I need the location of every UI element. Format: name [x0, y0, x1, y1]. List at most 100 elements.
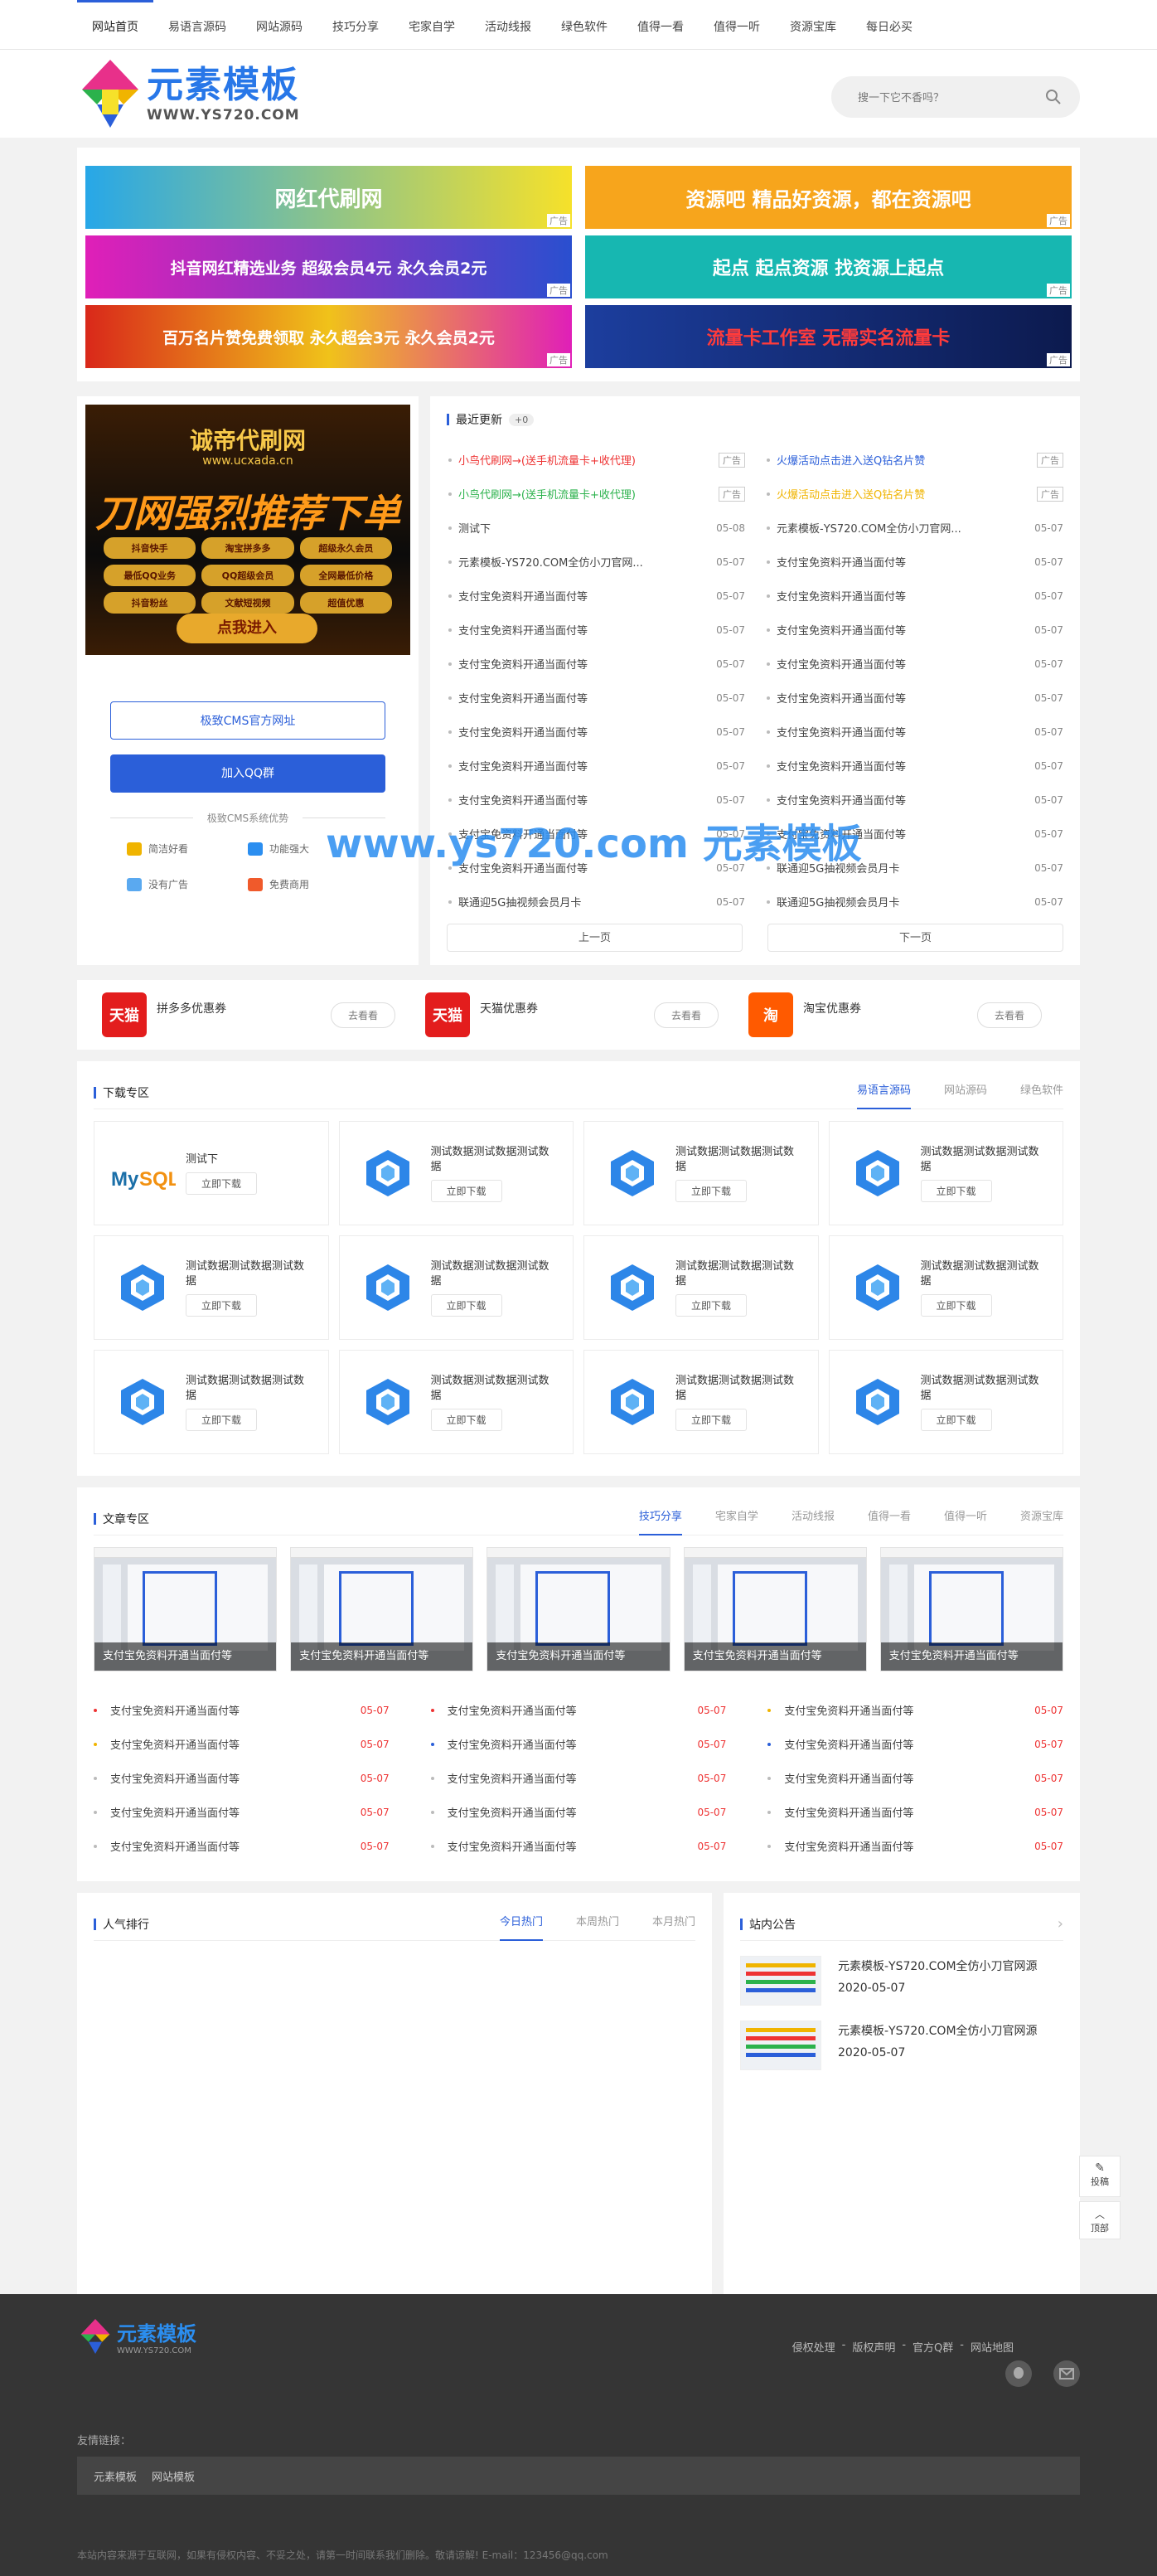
article-item[interactable]: 支付宝免资料开通当面付等 05-07	[767, 1761, 1063, 1795]
article-item[interactable]: 支付宝免资料开通当面付等 05-07	[430, 1761, 726, 1795]
article-item[interactable]: 支付宝免资料开通当面付等 05-07	[94, 1795, 390, 1829]
update-item[interactable]: 火爆活动点击进入送Q钻名片赞 广告	[765, 477, 1063, 511]
tab[interactable]: 值得一看	[868, 1502, 911, 1535]
ad-banner-5[interactable]: 百万名片赞免费领取 永久超会3元 永久会员2元 广告	[85, 305, 572, 368]
nav-item[interactable]: 网站首页	[77, 0, 153, 50]
download-button[interactable]: 立即下载	[186, 1172, 258, 1195]
nav-item[interactable]: 易语言源码	[153, 0, 241, 50]
announcement-item[interactable]: 元素模板-YS720.COM全仿小刀官网源 2020-05-07	[740, 2021, 1063, 2070]
article-item[interactable]: 支付宝免资料开通当面付等 05-07	[767, 1795, 1063, 1829]
qq-icon[interactable]	[1005, 2360, 1032, 2387]
download-button[interactable]: 立即下载	[675, 1293, 748, 1317]
update-item[interactable]: 支付宝免资料开通当面付等 05-07	[447, 715, 745, 749]
article-item[interactable]: 支付宝免资料开通当面付等 05-07	[767, 1829, 1063, 1863]
ad-banner-4[interactable]: 起点 起点资源 找资源上起点 广告	[585, 235, 1072, 298]
update-item[interactable]: 支付宝免资料开通当面付等 05-07	[447, 647, 745, 681]
article-thumbnail[interactable]: 支付宝免资料开通当面付等	[94, 1547, 278, 1671]
download-card[interactable]: 测试数据测试数据测试数据 立即下载	[338, 1121, 574, 1225]
download-button[interactable]: 立即下载	[430, 1179, 502, 1202]
prev-page-button[interactable]: 上一页	[447, 924, 743, 952]
download-button[interactable]: 立即下载	[186, 1408, 258, 1431]
download-button[interactable]: 立即下载	[430, 1408, 502, 1431]
download-card[interactable]: My SQL 测试下 立即下载	[94, 1121, 329, 1225]
view-coupon-button[interactable]: 去看看	[330, 1002, 395, 1028]
update-item[interactable]: 支付宝免资料开通当面付等 05-07	[765, 749, 1063, 783]
post-float-button[interactable]: ✎ 投稿	[1079, 2156, 1121, 2197]
footer-link[interactable]: 官方Q群	[913, 2339, 953, 2355]
article-item[interactable]: 支付宝免资料开通当面付等 05-07	[430, 1693, 726, 1727]
ad-banner-1[interactable]: 网红代刷网 广告	[85, 166, 572, 229]
promo-banner[interactable]: 诚帝代刷网 www.ucxada.cn 刀网强烈推荐下单 抖音快手 淘宝拼多多 超级…	[85, 405, 410, 655]
view-coupon-button[interactable]: 去看看	[976, 1002, 1042, 1028]
update-item[interactable]: 支付宝免资料开通当面付等 05-07	[447, 579, 745, 613]
update-item[interactable]: 联通迎5G抽视频会员月卡 05-07	[447, 885, 745, 919]
update-item[interactable]: 支付宝免资料开通当面付等 05-07	[765, 715, 1063, 749]
nav-item[interactable]: 值得一看	[622, 0, 699, 50]
footer-logo[interactable]: 元素模板 WWW.YS720.COM	[77, 2317, 196, 2355]
nav-item[interactable]: 绿色软件	[546, 0, 622, 50]
tab[interactable]: 资源宝库	[1020, 1502, 1063, 1535]
article-thumbnail[interactable]: 支付宝免资料开通当面付等	[290, 1547, 474, 1671]
nav-item[interactable]: 网站源码	[241, 0, 317, 50]
update-item[interactable]: 支付宝免资料开通当面付等 05-07	[765, 647, 1063, 681]
back-to-top-button[interactable]: ︿ 顶部	[1079, 2201, 1121, 2239]
nav-item[interactable]: 宅家自学	[394, 0, 470, 50]
nav-item[interactable]: 技巧分享	[317, 0, 394, 50]
download-button[interactable]: 立即下载	[186, 1293, 258, 1317]
download-button[interactable]: 立即下载	[920, 1293, 992, 1317]
download-card[interactable]: 测试数据测试数据测试数据 立即下载	[94, 1350, 329, 1454]
nav-item[interactable]: 值得一听	[699, 0, 775, 50]
join-qq-group-button[interactable]: 加入QQ群	[110, 754, 385, 793]
next-page-button[interactable]: 下一页	[767, 924, 1063, 952]
article-item[interactable]: 支付宝免资料开通当面付等 05-07	[767, 1693, 1063, 1727]
update-item[interactable]: 支付宝免资料开通当面付等 05-07	[765, 681, 1063, 715]
chevron-right-icon[interactable]: ›	[1058, 1915, 1063, 1933]
article-item[interactable]: 支付宝免资料开通当面付等 05-07	[94, 1727, 390, 1761]
tab[interactable]: 易语言源码	[856, 1076, 911, 1109]
mail-icon[interactable]	[1053, 2360, 1080, 2387]
footer-link[interactable]: 网站地图	[971, 2339, 1014, 2355]
tab[interactable]: 值得一听	[944, 1502, 987, 1535]
download-button[interactable]: 立即下载	[430, 1293, 502, 1317]
download-card[interactable]: 测试数据测试数据测试数据 立即下载	[583, 1350, 819, 1454]
cms-site-button[interactable]: 极致CMS官方网址	[110, 701, 385, 740]
footer-link[interactable]: 版权声明	[852, 2339, 895, 2355]
update-item[interactable]: 火爆活动点击进入送Q钻名片赞 广告	[765, 443, 1063, 477]
article-item[interactable]: 支付宝免资料开通当面付等 05-07	[430, 1795, 726, 1829]
ad-banner-3[interactable]: 抖音网红精选业务 超级会员4元 永久会员2元 广告	[85, 235, 572, 298]
download-card[interactable]: 测试数据测试数据测试数据 立即下载	[94, 1235, 329, 1340]
tab[interactable]: 技巧分享	[638, 1502, 682, 1535]
ad-banner-2[interactable]: 资源吧 精品好资源，都在资源吧 广告	[585, 166, 1072, 229]
update-item[interactable]: 元素模板-YS720.COM全仿小刀官网... 05-07	[765, 511, 1063, 545]
update-item[interactable]: 小鸟代刷网→(送手机流量卡+收代理) 广告	[447, 477, 745, 511]
update-item[interactable]: 支付宝免资料开通当面付等 05-07	[447, 613, 745, 647]
download-button[interactable]: 立即下载	[675, 1179, 748, 1202]
article-thumbnail[interactable]: 支付宝免资料开通当面付等	[487, 1547, 670, 1671]
download-button[interactable]: 立即下载	[920, 1179, 992, 1202]
tab[interactable]: 网站源码	[944, 1076, 987, 1109]
update-item[interactable]: 元素模板-YS720.COM全仿小刀官网... 05-07	[447, 545, 745, 579]
article-item[interactable]: 支付宝免资料开通当面付等 05-07	[94, 1693, 390, 1727]
article-thumbnail[interactable]: 支付宝免资料开通当面付等	[683, 1547, 867, 1671]
view-coupon-button[interactable]: 去看看	[653, 1002, 719, 1028]
article-item[interactable]: 支付宝免资料开通当面付等 05-07	[430, 1829, 726, 1863]
update-item[interactable]: 支付宝免资料开通当面付等 05-07	[765, 613, 1063, 647]
download-button[interactable]: 立即下载	[675, 1408, 748, 1431]
update-item[interactable]: 小鸟代刷网→(送手机流量卡+收代理) 广告	[447, 443, 745, 477]
download-card[interactable]: 测试数据测试数据测试数据 立即下载	[338, 1350, 574, 1454]
update-item[interactable]: 支付宝免资料开通当面付等 05-07	[765, 579, 1063, 613]
article-item[interactable]: 支付宝免资料开通当面付等 05-07	[767, 1727, 1063, 1761]
friend-link[interactable]: 网站模板	[152, 2468, 195, 2484]
nav-item[interactable]: 每日必买	[851, 0, 927, 50]
nav-item[interactable]: 活动线报	[470, 0, 546, 50]
tab[interactable]: 绿色软件	[1020, 1076, 1063, 1109]
tab[interactable]: 今日热门	[499, 1908, 543, 1941]
article-item[interactable]: 支付宝免资料开通当面付等 05-07	[94, 1761, 390, 1795]
download-card[interactable]: 测试数据测试数据测试数据 立即下载	[583, 1121, 819, 1225]
update-item[interactable]: 支付宝免资料开通当面付等 05-07	[447, 749, 745, 783]
download-card[interactable]: 测试数据测试数据测试数据 立即下载	[828, 1121, 1063, 1225]
announcement-item[interactable]: 元素模板-YS720.COM全仿小刀官网源 2020-05-07	[740, 1956, 1063, 2006]
update-item[interactable]: 联通迎5G抽视频会员月卡 05-07	[765, 885, 1063, 919]
article-item[interactable]: 支付宝免资料开通当面付等 05-07	[94, 1829, 390, 1863]
nav-item[interactable]: 资源宝库	[775, 0, 851, 50]
